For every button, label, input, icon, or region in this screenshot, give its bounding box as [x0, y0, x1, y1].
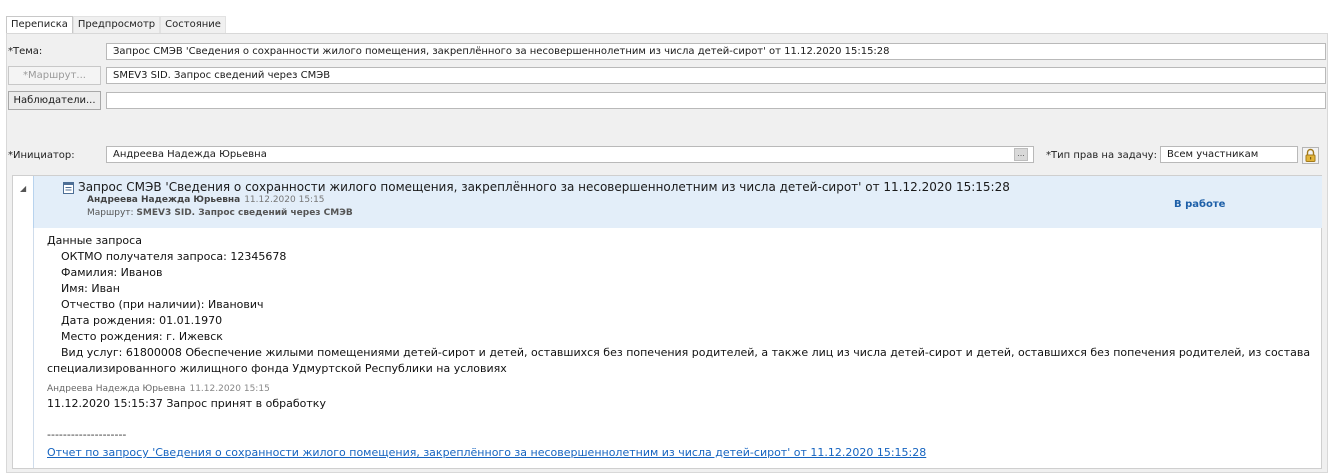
message-route: Маршрут: SMEV3 SID. Запрос сведений чере…	[87, 208, 353, 218]
body-line: ОКТМО получателя запроса: 12345678	[61, 250, 287, 263]
message-date: 11.12.2020 15:15	[244, 195, 325, 205]
lock-icon[interactable]	[1302, 147, 1319, 164]
body-line: Вид услуг: 61800008 Обеспечение жилыми п…	[61, 346, 1311, 359]
message-header[interactable]: Запрос СМЭВ 'Сведения о сохранности жило…	[33, 176, 1322, 228]
message-subject: Запрос СМЭВ 'Сведения о сохранности жило…	[78, 180, 1010, 194]
route-button[interactable]: *Маршрут...	[8, 66, 101, 85]
body-line: Место рождения: г. Ижевск	[61, 330, 223, 343]
collapse-triangle-icon[interactable]: ◢	[20, 184, 26, 193]
document-icon	[63, 182, 74, 194]
initiator-select-button[interactable]: ...	[1014, 148, 1028, 161]
separator: --------------------	[47, 428, 127, 441]
route-value: SMEV3 SID. Запрос сведений через СМЭВ	[136, 208, 353, 218]
message-area: ◢ Запрос СМЭВ 'Сведения о сохранности жи…	[12, 175, 1322, 469]
comment-date: 11.12.2020 15:15	[189, 384, 270, 394]
body-line: Имя: Иван	[61, 282, 120, 295]
subject-label: *Тема:	[8, 46, 43, 57]
tab-bar: Переписка Предпросмотр Состояние	[6, 16, 226, 35]
body-heading: Данные запроса	[47, 234, 142, 247]
message-author: Андреева Надежда Юрьевна	[87, 195, 241, 205]
initiator-field[interactable]: Андреева Надежда Юрьевна	[106, 146, 1034, 163]
message-meta: Андреева Надежда Юрьевна 11.12.2020 15:15	[87, 195, 325, 205]
initiator-label: *Инициатор:	[8, 150, 75, 161]
comment-text: 11.12.2020 15:15:37 Запрос принят в обра…	[47, 397, 326, 410]
comment-meta: Андреева Надежда Юрьевна 11.12.2020 15:15	[47, 384, 270, 394]
body-line: Дата рождения: 01.01.1970	[61, 314, 223, 327]
observers-field[interactable]	[106, 92, 1326, 109]
status-badge: В работе	[1174, 199, 1226, 210]
route-prefix: Маршрут:	[87, 208, 134, 218]
body-line: Отчество (при наличии): Иванович	[61, 298, 264, 311]
comment-author: Андреева Надежда Юрьевна	[47, 384, 186, 394]
observers-button[interactable]: Наблюдатели...	[8, 91, 101, 110]
rights-label: *Тип прав на задачу:	[1046, 150, 1157, 161]
route-field[interactable]: SMEV3 SID. Запрос сведений через СМЭВ	[106, 67, 1326, 84]
thread-line	[33, 228, 34, 468]
report-link[interactable]: Отчет по запросу 'Сведения о сохранности…	[47, 446, 926, 459]
rights-field[interactable]: Всем участникам	[1160, 146, 1298, 163]
subject-field[interactable]: Запрос СМЭВ 'Сведения о сохранности жило…	[106, 43, 1326, 60]
body-line-continuation: специализированного жилищного фонда Удму…	[47, 362, 507, 375]
body-line: Фамилия: Иванов	[61, 266, 163, 279]
